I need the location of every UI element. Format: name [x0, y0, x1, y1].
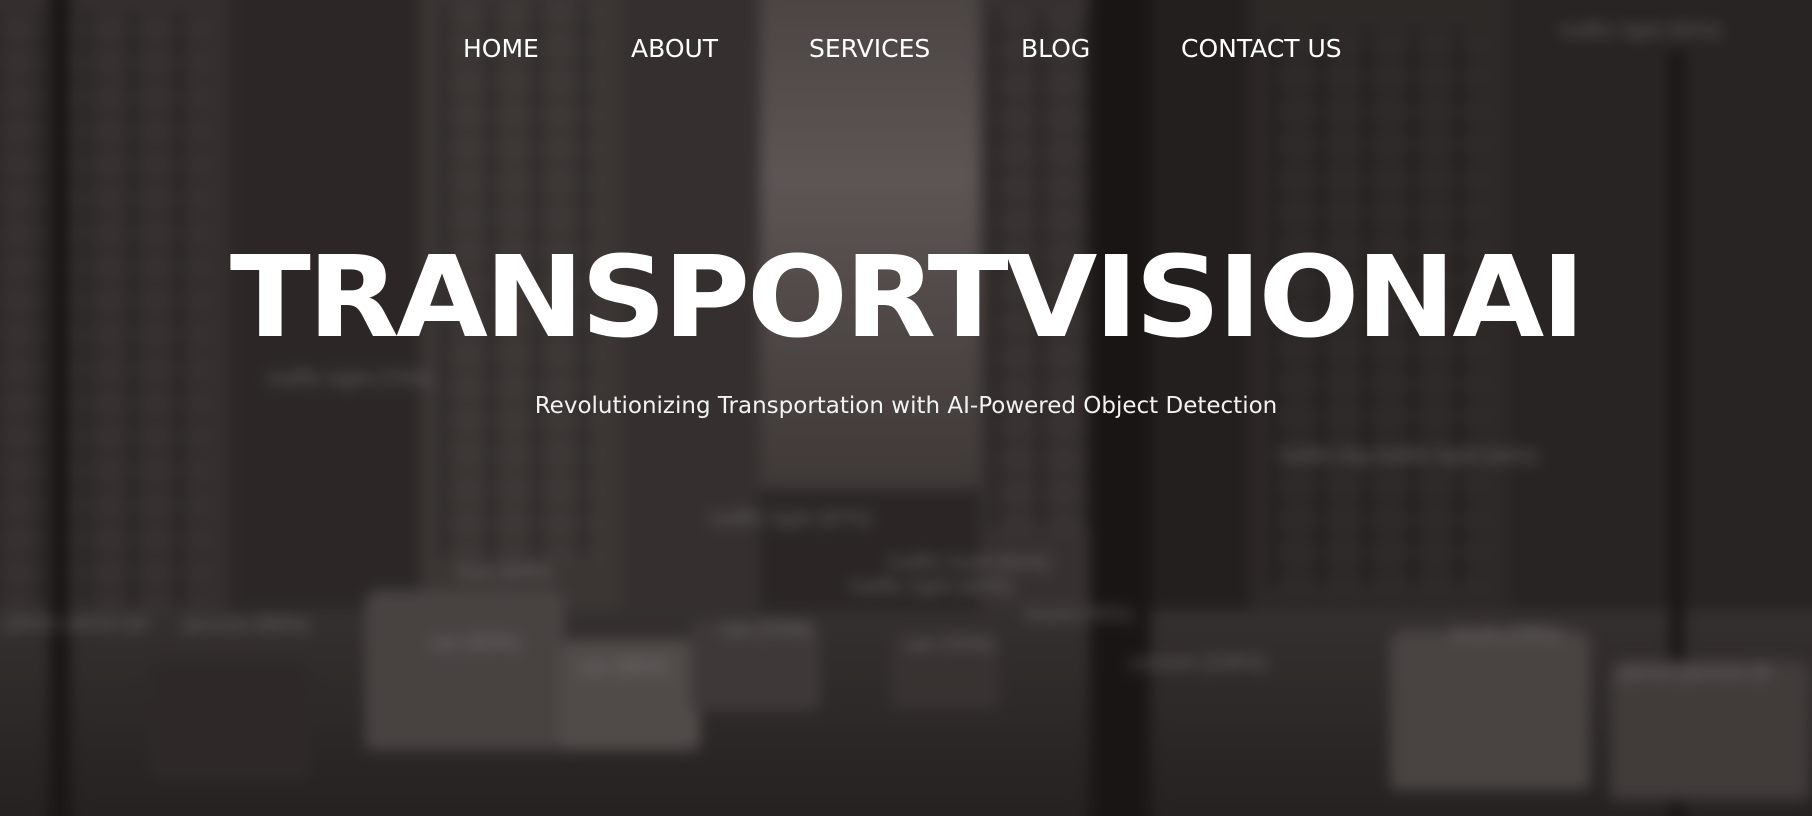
nav-contact-link[interactable]: CONTACT US — [1181, 30, 1342, 67]
nav-about-link[interactable]: ABOUT — [631, 30, 718, 67]
nav-services-link[interactable]: SERVICES — [809, 30, 930, 67]
nav-home-link[interactable]: HOME — [463, 30, 539, 67]
hero-subtitle: Revolutionizing Transportation with AI-P… — [534, 393, 1278, 419]
nav-blog-link[interactable]: BLOG — [1021, 30, 1090, 67]
page-title: TRANSPORTVISIONAI — [229, 233, 1585, 363]
hero-section: traffic light (93%) traffic light (73%) … — [0, 0, 1812, 816]
